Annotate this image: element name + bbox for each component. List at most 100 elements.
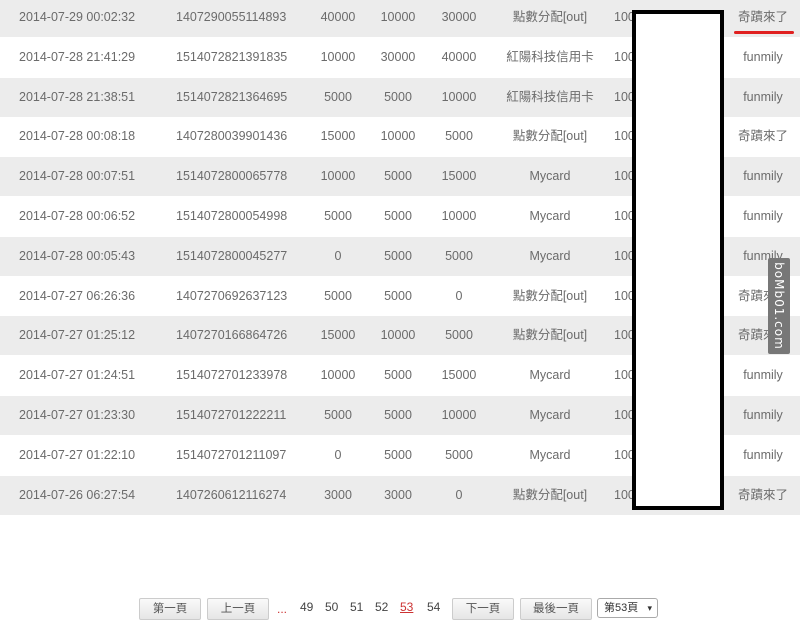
balance-cell: 10000 <box>441 209 477 223</box>
user-cell: funmily <box>743 447 783 462</box>
date-cell: 2014-07-29 00:02:32 <box>19 10 136 24</box>
amount-cell: 0 <box>334 248 342 263</box>
date-cell: 2014-07-28 00:05:43 <box>19 248 136 263</box>
hidden-column-cell: 100 <box>614 328 632 343</box>
order-id-cell: 1514072701233978 <box>176 368 288 383</box>
order-id-cell: 1407260612116274 <box>176 487 287 502</box>
points-cell: 10000 <box>380 10 416 24</box>
balance-cell: 0 <box>455 487 463 502</box>
order-id-cell: 1514072701211097 <box>176 447 287 462</box>
user-cell: funmily <box>743 368 783 383</box>
user-cell: 奇蹟來了 <box>737 129 788 144</box>
date-cell: 2014-07-27 01:22:10 <box>19 447 136 462</box>
amount-cell: 5000 <box>324 288 352 303</box>
type-cell: Mycard <box>529 447 571 462</box>
user-cell: funmily <box>743 209 783 223</box>
page-link-50[interactable]: 50 <box>325 600 338 614</box>
hidden-column-cell: 100 <box>614 49 632 64</box>
points-cell: 5000 <box>384 169 412 184</box>
balance-cell: 10000 <box>441 408 477 422</box>
type-cell: 紅陽科技信用卡 <box>506 89 594 104</box>
order-id-cell: 1514072800045277 <box>176 248 288 263</box>
date-cell: 2014-07-26 06:27:54 <box>19 487 136 502</box>
amount-cell: 15000 <box>320 328 356 343</box>
balance-cell: 15000 <box>441 368 477 383</box>
user-cell: funmily <box>743 408 783 422</box>
type-cell: 紅陽科技信用卡 <box>506 49 594 64</box>
type-cell: 點數分配[out] <box>512 129 588 144</box>
date-cell: 2014-07-28 21:41:29 <box>19 49 136 64</box>
page-select-value: 第53頁 <box>604 602 639 614</box>
balance-cell: 10000 <box>441 89 477 104</box>
balance-cell: 5000 <box>445 129 473 144</box>
last-page-button[interactable]: 最後一頁 <box>520 598 592 620</box>
red-underline-mark <box>734 31 794 34</box>
chevron-updown-icon: ▾ <box>647 603 652 613</box>
type-cell: 點數分配[out] <box>512 328 588 343</box>
points-cell: 30000 <box>380 49 416 64</box>
hidden-column-cell: 100 <box>614 10 632 24</box>
hidden-column-cell: 100 <box>614 209 632 223</box>
user-cell: 奇蹟來了 <box>737 487 788 502</box>
balance-cell: 5000 <box>445 248 473 263</box>
date-cell: 2014-07-27 01:25:12 <box>19 328 136 343</box>
points-cell: 5000 <box>384 288 412 303</box>
amount-cell: 10000 <box>320 169 356 184</box>
type-cell: 點數分配[out] <box>512 288 588 303</box>
amount-cell: 15000 <box>320 129 356 144</box>
type-cell: Mycard <box>529 408 571 422</box>
points-cell: 5000 <box>384 209 412 223</box>
amount-cell: 5000 <box>324 209 352 223</box>
date-cell: 2014-07-27 01:24:51 <box>19 368 136 383</box>
page-select[interactable]: 第53頁 ▾ <box>597 598 658 618</box>
redaction-box <box>632 10 724 510</box>
balance-cell: 40000 <box>441 49 477 64</box>
balance-cell: 30000 <box>441 10 477 24</box>
order-id-cell: 1514072701222211 <box>176 408 287 422</box>
order-id-cell: 1407290055114893 <box>176 10 287 24</box>
amount-cell: 5000 <box>324 89 352 104</box>
next-page-button[interactable]: 下一頁 <box>452 598 514 620</box>
balance-cell: 5000 <box>445 447 473 462</box>
date-cell: 2014-07-28 00:07:51 <box>19 169 136 184</box>
hidden-column-cell: 100 <box>614 408 632 422</box>
points-cell: 10000 <box>380 129 416 144</box>
order-id-cell: 1514072800065778 <box>176 169 288 184</box>
order-id-cell: 1407280039901436 <box>176 129 288 144</box>
date-cell: 2014-07-28 00:08:18 <box>19 129 136 144</box>
type-cell: 點數分配[out] <box>512 10 588 24</box>
type-cell: Mycard <box>529 209 571 223</box>
hidden-column-cell: 100 <box>614 89 632 104</box>
page-link-54[interactable]: 54 <box>427 600 440 614</box>
type-cell: 點數分配[out] <box>512 487 588 502</box>
page-link-51[interactable]: 51 <box>350 600 363 614</box>
points-cell: 5000 <box>384 408 412 422</box>
balance-cell: 5000 <box>445 328 473 343</box>
user-cell: funmily <box>743 49 783 64</box>
page-link-49[interactable]: 49 <box>300 600 313 614</box>
date-cell: 2014-07-27 06:26:36 <box>19 288 136 303</box>
points-cell: 5000 <box>384 447 412 462</box>
page-link-53-current[interactable]: 53 <box>400 600 413 614</box>
points-cell: 10000 <box>380 328 416 343</box>
points-cell: 5000 <box>384 89 412 104</box>
date-cell: 2014-07-27 01:23:30 <box>19 408 136 422</box>
page-link-52[interactable]: 52 <box>375 600 388 614</box>
order-id-cell: 1514072800054998 <box>176 209 288 223</box>
first-page-button[interactable]: 第一頁 <box>139 598 201 620</box>
hidden-column-cell: 100 <box>614 447 632 462</box>
prev-page-button[interactable]: 上一頁 <box>207 598 269 620</box>
order-id-cell: 1407270692637123 <box>176 288 288 303</box>
date-cell: 2014-07-28 00:06:52 <box>19 209 136 223</box>
hidden-column-cell: 100 <box>614 169 632 184</box>
amount-cell: 3000 <box>324 487 352 502</box>
hidden-column-cell: 100 <box>614 368 632 383</box>
order-id-cell: 1407270166864726 <box>176 328 288 343</box>
amount-cell: 10000 <box>320 368 356 383</box>
hidden-column-cell: 100 <box>614 248 632 263</box>
amount-cell: 40000 <box>320 10 356 24</box>
watermark-text: boMb01.com <box>772 262 786 350</box>
hidden-column-cell: 100 <box>614 487 632 502</box>
points-cell: 5000 <box>384 368 412 383</box>
pager-ellipsis: ... <box>277 602 288 616</box>
